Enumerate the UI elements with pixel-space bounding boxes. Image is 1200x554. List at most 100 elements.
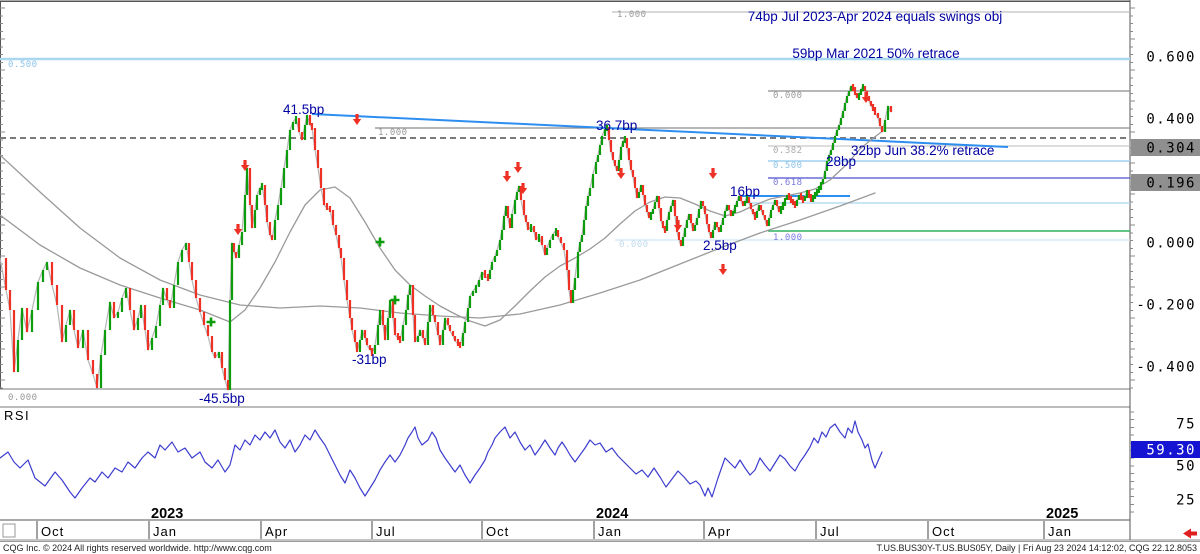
down-bar xyxy=(214,352,216,358)
down-bar xyxy=(264,185,266,205)
up-bar xyxy=(505,206,507,216)
up-bar xyxy=(478,280,480,287)
up-bar xyxy=(241,232,243,245)
up-bar xyxy=(254,210,256,228)
up-bar xyxy=(758,205,760,211)
down-bar xyxy=(802,196,804,203)
down-bar xyxy=(872,104,874,111)
down-bar xyxy=(766,220,768,226)
down-bar xyxy=(754,212,756,220)
up-bar xyxy=(822,179,824,184)
axis-label-highlight: 0.196 xyxy=(1146,176,1196,192)
axis-label-highlight: 0.304 xyxy=(1146,141,1196,157)
down-bar xyxy=(349,300,351,318)
down-bar xyxy=(810,194,812,202)
up-bar xyxy=(640,185,642,192)
down-bar xyxy=(762,210,764,215)
fib-label: 0.000 xyxy=(773,91,803,101)
chart-canvas[interactable]: 1.0000.5000.0001.0000.3820.5000.6181.000… xyxy=(0,0,1200,541)
down-bar xyxy=(351,318,353,330)
up-bar xyxy=(419,330,421,336)
down-bar xyxy=(702,201,704,206)
up-bar xyxy=(46,262,48,270)
down-bar xyxy=(890,106,892,112)
up-bar xyxy=(592,174,594,188)
down-bar xyxy=(632,170,634,177)
down-bar xyxy=(56,285,58,305)
down-bar xyxy=(314,128,316,150)
down-bar xyxy=(692,223,694,231)
up-bar xyxy=(464,322,466,333)
rsi-study-label: RSI xyxy=(4,408,30,423)
up-bar xyxy=(804,196,806,201)
up-bar xyxy=(824,171,826,179)
fib-label: 1.000 xyxy=(773,233,803,243)
down-bar xyxy=(660,208,662,221)
month-label: Oct xyxy=(932,524,955,539)
down-bar xyxy=(610,140,612,152)
up-bar xyxy=(587,196,589,206)
up-bar xyxy=(361,330,363,340)
down-bar xyxy=(61,305,63,342)
down-bar xyxy=(382,310,384,325)
up-bar xyxy=(844,103,846,111)
rsi-current-value: 59.30 xyxy=(1146,443,1196,459)
up-bar xyxy=(104,330,106,355)
down-bar xyxy=(447,318,449,325)
down-bar xyxy=(760,205,762,210)
annotation-text: 59bp Mar 2021 50% retrace xyxy=(792,46,959,61)
up-bar xyxy=(818,186,820,193)
down-bar xyxy=(856,93,858,98)
up-bar xyxy=(654,202,656,209)
up-bar xyxy=(597,155,599,162)
axis-label: -0.200 xyxy=(1136,298,1196,314)
up-bar xyxy=(772,205,774,210)
annotation-text: 41.5bp xyxy=(283,102,324,117)
down-bar xyxy=(439,335,441,345)
down-bar xyxy=(211,336,213,352)
up-bar xyxy=(694,225,696,231)
down-bar xyxy=(778,206,780,212)
up-bar xyxy=(842,111,844,118)
annotation-text: 32bp Jun 38.2% retrace xyxy=(851,143,994,158)
up-bar xyxy=(491,262,493,270)
down-bar xyxy=(326,203,328,210)
down-bar xyxy=(566,250,568,270)
axis-label: -0.400 xyxy=(1136,360,1196,376)
fib-label: 0.618 xyxy=(773,178,803,188)
down-bar xyxy=(369,345,371,350)
down-bar xyxy=(708,224,710,232)
chart-frame xyxy=(0,0,1200,541)
down-bar xyxy=(454,336,456,341)
up-bar xyxy=(467,308,469,322)
month-label: Oct xyxy=(486,524,509,539)
down-bar xyxy=(541,236,543,245)
up-bar xyxy=(732,211,734,216)
down-bar xyxy=(742,201,744,206)
up-bar xyxy=(744,201,746,206)
up-bar xyxy=(572,290,574,303)
down-bar xyxy=(235,252,237,258)
down-bar xyxy=(437,322,439,335)
annotation-text: 36.7bp xyxy=(596,118,637,133)
down-bar xyxy=(612,152,614,160)
up-bar xyxy=(583,220,585,235)
up-bar xyxy=(589,188,591,196)
scroll-home-button[interactable] xyxy=(3,524,15,537)
month-label: Jul xyxy=(820,524,840,539)
down-bar xyxy=(432,305,434,315)
up-bar xyxy=(599,145,601,155)
down-bar xyxy=(338,235,340,248)
down-bar xyxy=(854,87,856,95)
up-bar xyxy=(162,288,164,305)
down-bar xyxy=(301,132,303,140)
down-bar xyxy=(298,118,300,132)
status-bar: CQG Inc. © 2024 All rights reserved worl… xyxy=(0,541,1200,554)
up-bar xyxy=(650,212,652,220)
up-bar xyxy=(402,325,404,341)
down-bar xyxy=(730,210,732,216)
up-bar xyxy=(377,325,379,345)
up-bar xyxy=(42,270,44,282)
up-bar xyxy=(280,188,282,205)
up-bar xyxy=(714,222,716,230)
